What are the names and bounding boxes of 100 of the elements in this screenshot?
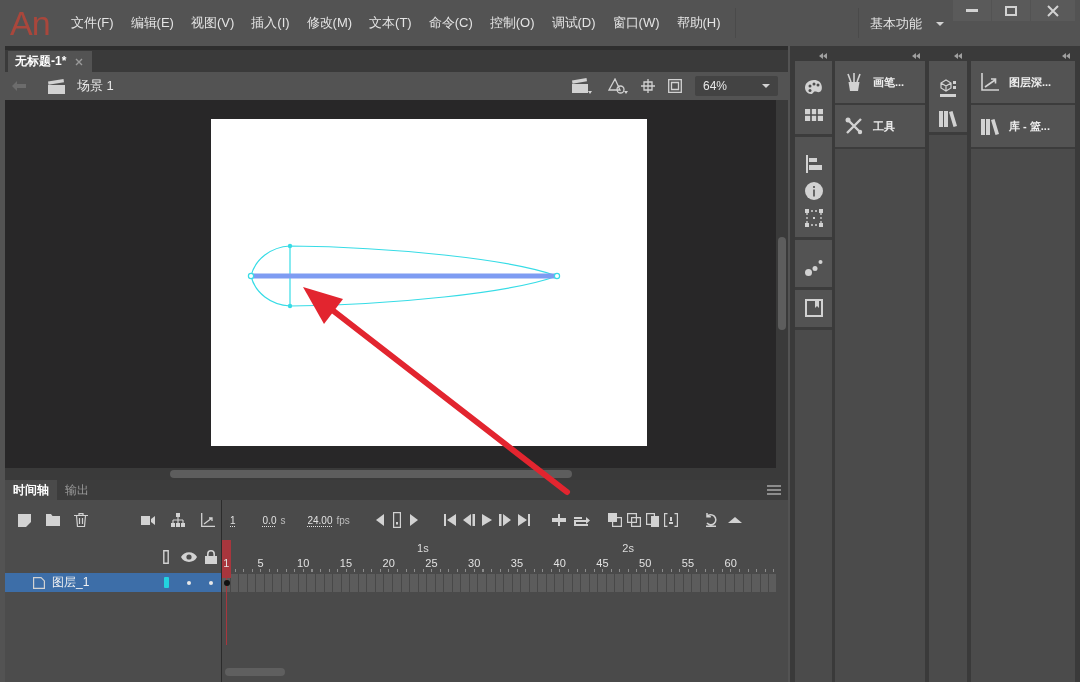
menu-item[interactable]: 视图(V)	[190, 14, 235, 32]
bookmark-frame-icon[interactable]	[804, 299, 823, 317]
frame-number: 20	[382, 557, 395, 569]
play-icon[interactable]	[481, 514, 492, 526]
close-button[interactable]	[1031, 0, 1075, 21]
panel-button[interactable]: 画笔...	[835, 61, 925, 105]
dot-icon[interactable]	[209, 580, 213, 585]
frame-number: 1	[223, 557, 230, 569]
step-back-icon[interactable]	[462, 514, 475, 526]
layer-icon	[33, 576, 45, 589]
hierarchy-icon[interactable]	[171, 513, 185, 527]
menu-item[interactable]: 插入(I)	[251, 14, 290, 32]
frame-icon[interactable]	[668, 79, 682, 93]
frame-number: 25	[425, 557, 438, 569]
books-icon[interactable]	[939, 110, 957, 127]
onion-outline-icon[interactable]	[626, 513, 641, 527]
menu-item[interactable]: 控制(O)	[489, 14, 535, 32]
document-tab[interactable]: 无标题-1*	[8, 51, 93, 72]
last-frame-icon[interactable]	[517, 514, 530, 526]
keyframe-toggle-icon[interactable]	[392, 512, 401, 528]
close-icon	[1047, 4, 1059, 17]
clapper-icon[interactable]	[572, 78, 592, 94]
outline-color-swatch[interactable]	[163, 577, 169, 588]
folder-icon[interactable]	[46, 514, 60, 526]
onion-range-icon[interactable]	[663, 513, 678, 527]
axes-chart-icon	[981, 73, 999, 91]
collapse-icon[interactable]	[819, 52, 827, 59]
align-icon[interactable]	[805, 155, 822, 173]
menu-item[interactable]: 命令(C)	[428, 14, 473, 32]
panel-tab[interactable]: 输出	[57, 480, 97, 500]
caret-icon	[936, 22, 944, 26]
seconds-label: 2s	[622, 542, 634, 554]
close-icon[interactable]	[75, 57, 84, 66]
shapes-icon[interactable]	[608, 78, 628, 94]
app-logo: An	[10, 3, 51, 43]
menu-item[interactable]: 编辑(E)	[130, 14, 174, 32]
info-icon[interactable]	[804, 182, 823, 200]
frame-number: 40	[553, 557, 566, 569]
layer-row[interactable]: 图层_1	[5, 573, 221, 592]
camera-icon[interactable]	[141, 515, 155, 525]
menu-item[interactable]: 修改(M)	[306, 14, 353, 32]
dots-icon[interactable]	[804, 259, 823, 276]
panel-button[interactable]: 工具	[835, 105, 925, 149]
collapse-icon[interactable]	[1062, 52, 1070, 59]
frame-number: 30	[468, 557, 481, 569]
menu-item[interactable]: 文本(T)	[369, 14, 412, 32]
palette-icon[interactable]	[804, 80, 823, 95]
menu-item[interactable]: 调试(D)	[551, 14, 596, 32]
minimize-button[interactable]	[953, 0, 991, 21]
frame-size-icon[interactable]	[727, 517, 742, 523]
dot-icon[interactable]	[187, 580, 191, 585]
frame-number: 55	[681, 557, 695, 569]
frame-rate-value[interactable]: 24.00	[307, 514, 333, 526]
graph-icon[interactable]	[201, 513, 215, 527]
scene-name[interactable]: 场景 1	[77, 77, 114, 95]
workspace-switcher[interactable]: 基本功能	[859, 9, 950, 39]
center-frame-icon[interactable]	[551, 514, 566, 526]
collapse-icon[interactable]	[954, 52, 962, 59]
seconds-label: 1s	[417, 542, 429, 554]
previous-keyframe-icon[interactable]	[375, 514, 384, 526]
first-frame-icon[interactable]	[443, 514, 456, 526]
lock-icon[interactable]	[205, 549, 217, 564]
panel-button[interactable]: 库 - 篮...	[971, 105, 1075, 149]
current-frame[interactable]: 1	[230, 514, 236, 526]
caret-icon	[762, 84, 770, 88]
onion-skin-icon[interactable]	[607, 513, 622, 527]
crosshair-icon[interactable]	[641, 79, 655, 93]
time-unit: s	[280, 514, 286, 526]
trash-icon[interactable]	[74, 513, 88, 527]
zoom-dropdown[interactable]: 64%	[695, 76, 778, 96]
collapse-icon[interactable]	[912, 52, 920, 59]
frame-number: 35	[510, 557, 524, 569]
eye-icon[interactable]	[181, 551, 197, 562]
clapper-icon	[48, 78, 65, 94]
time-value[interactable]: 0.0	[262, 514, 277, 526]
maximize-button[interactable]	[992, 0, 1030, 21]
outline-icon[interactable]	[163, 549, 169, 564]
scrollbar-thumb[interactable]	[170, 470, 572, 478]
minimize-icon	[966, 9, 978, 12]
rotate-icon[interactable]	[703, 513, 718, 527]
next-keyframe-icon[interactable]	[409, 514, 418, 526]
wrench-screwdriver-icon	[845, 117, 863, 135]
cube-icon[interactable]	[939, 79, 957, 97]
loop-icon[interactable]	[573, 514, 590, 526]
selected-shape[interactable]	[247, 243, 561, 309]
menu-item[interactable]: 窗口(W)	[612, 14, 660, 32]
frame-number: 50	[639, 557, 652, 569]
transform-icon[interactable]	[804, 209, 823, 227]
menu-icon[interactable]	[767, 485, 781, 495]
brushes-icon	[845, 73, 863, 91]
scrollbar-thumb[interactable]	[778, 237, 786, 330]
grid-icon[interactable]	[804, 109, 823, 121]
panel-tab[interactable]: 时间轴	[5, 480, 57, 500]
frame-rate-unit: fps	[336, 514, 350, 526]
step-forward-icon[interactable]	[498, 514, 511, 526]
menu-item[interactable]: 帮助(H)	[676, 14, 721, 32]
panel-button[interactable]: 图层深...	[971, 61, 1075, 105]
menu-item[interactable]: 文件(F)	[71, 14, 114, 32]
edit-multiple-frames-icon[interactable]	[645, 513, 659, 527]
new-layer-icon[interactable]	[18, 513, 32, 527]
